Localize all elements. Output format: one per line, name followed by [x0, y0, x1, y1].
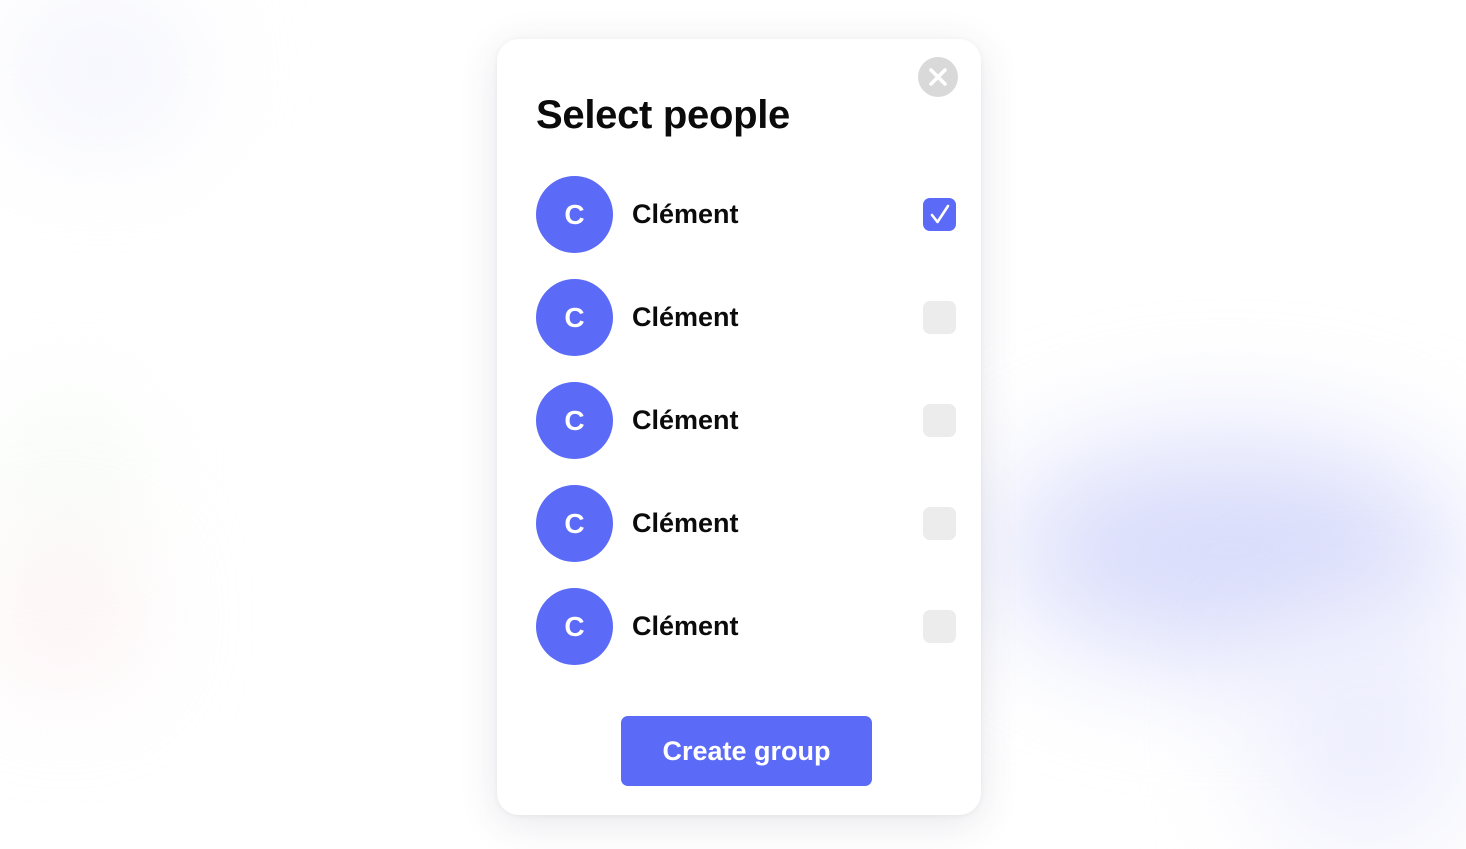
close-icon: [929, 68, 947, 86]
person-checkbox[interactable]: [923, 610, 956, 643]
close-button[interactable]: [918, 57, 958, 97]
background-blob: [10, 560, 120, 670]
person-name: Clément: [632, 508, 739, 538]
person-checkbox[interactable]: [923, 301, 956, 334]
person-row: C Clément: [536, 176, 960, 253]
avatar: C: [536, 279, 613, 356]
create-group-button[interactable]: Create group: [621, 716, 872, 786]
avatar: C: [536, 485, 613, 562]
person-row: C Clément: [536, 588, 960, 665]
person-row: C Clément: [536, 382, 960, 459]
avatar: C: [536, 176, 613, 253]
person-checkbox[interactable]: [923, 507, 956, 540]
background-blob: [1260, 620, 1466, 849]
background-blob: [20, 420, 120, 520]
person-checkbox[interactable]: [923, 404, 956, 437]
avatar: C: [536, 382, 613, 459]
modal-title: Select people: [536, 93, 790, 137]
people-list: C Clément C Clément C Clément C Clément …: [536, 176, 960, 691]
checkmark-icon: [930, 204, 950, 224]
person-name: Clément: [632, 199, 739, 229]
person-row: C Clément: [536, 485, 960, 562]
person-name: Clément: [632, 611, 739, 641]
person-name: Clément: [632, 302, 739, 332]
select-people-modal: Select people C Clément C Clément C Clém…: [497, 39, 981, 815]
background-blob: [20, 10, 180, 130]
avatar: C: [536, 588, 613, 665]
person-checkbox[interactable]: [923, 198, 956, 231]
person-name: Clément: [632, 405, 739, 435]
person-row: C Clément: [536, 279, 960, 356]
